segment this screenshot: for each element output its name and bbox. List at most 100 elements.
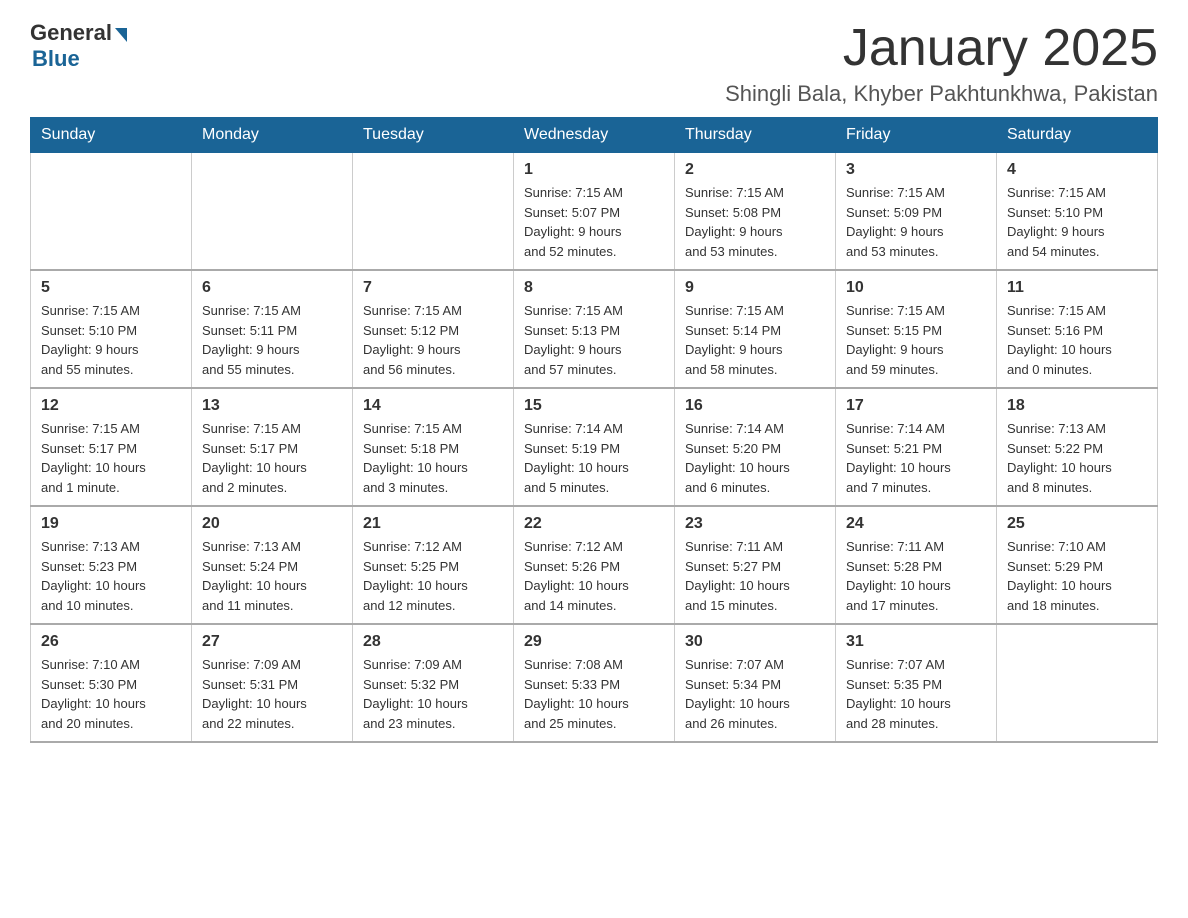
day-info: Sunrise: 7:07 AMSunset: 5:34 PMDaylight:…	[685, 655, 825, 733]
day-number: 17	[846, 397, 986, 415]
calendar-cell: 23 Sunrise: 7:11 AMSunset: 5:27 PMDayligh…	[675, 506, 836, 624]
calendar-cell: 8Sunrise: 7:15 AMSunset: 5:13 PMDaylight…	[514, 270, 675, 388]
calendar-cell: 25Sunrise: 7:10 AMSunset: 5:29 PMDayligh…	[997, 506, 1158, 624]
day-number: 16	[685, 397, 825, 415]
day-number: 4	[1007, 161, 1147, 179]
calendar-cell: 31 Sunrise: 7:07 AMSunset: 5:35 PMDayligh…	[836, 624, 997, 742]
day-number: 30	[685, 633, 825, 651]
page-header: General Blue January 2025 Shingli Bala, …	[30, 20, 1158, 107]
day-number: 6	[202, 279, 342, 297]
day-number: 14	[363, 397, 503, 415]
calendar-cell	[31, 153, 192, 271]
day-info: Sunrise: 7:14 AMSunset: 5:20 PMDaylight:…	[685, 419, 825, 497]
calendar-cell: 6 Sunrise: 7:15 AMSunset: 5:11 PMDaylight…	[192, 270, 353, 388]
day-number: 23	[685, 515, 825, 533]
day-info: Sunrise: 7:15 AMSunset: 5:12 PMDaylight:…	[363, 301, 503, 379]
calendar-cell: 12 Sunrise: 7:15 AMSunset: 5:17 PMDayligh…	[31, 388, 192, 506]
day-info: Sunrise: 7:15 AMSunset: 5:16 PMDaylight:…	[1007, 301, 1147, 379]
day-number: 29	[524, 633, 664, 651]
calendar-cell: 30 Sunrise: 7:07 AMSunset: 5:34 PMDayligh…	[675, 624, 836, 742]
day-info: Sunrise: 7:08 AMSunset: 5:33 PMDaylight:…	[524, 655, 664, 733]
day-number: 13	[202, 397, 342, 415]
calendar-cell: 1 Sunrise: 7:15 AMSunset: 5:07 PMDaylight…	[514, 153, 675, 271]
day-number: 18	[1007, 397, 1147, 415]
calendar-header-sunday: Sunday	[31, 118, 192, 153]
day-info: Sunrise: 7:12 AMSunset: 5:26 PMDaylight:…	[524, 537, 664, 615]
day-number: 5	[41, 279, 181, 297]
day-number: 2	[685, 161, 825, 179]
day-info: Sunrise: 7:15 AMSunset: 5:14 PMDaylight:…	[685, 301, 825, 379]
day-info: Sunrise: 7:15 AMSunset: 5:17 PMDaylight:…	[41, 419, 181, 497]
title-block: January 2025 Shingli Bala, Khyber Pakhtu…	[725, 20, 1158, 107]
day-number: 27	[202, 633, 342, 651]
day-info: Sunrise: 7:11 AMSunset: 5:27 PMDaylight:…	[685, 537, 825, 615]
day-info: Sunrise: 7:15 AMSunset: 5:11 PMDaylight:…	[202, 301, 342, 379]
calendar-header: SundayMondayTuesdayWednesdayThursdayFrid…	[31, 118, 1158, 153]
calendar-week-2: 5 Sunrise: 7:15 AMSunset: 5:10 PMDaylight…	[31, 270, 1158, 388]
day-number: 21	[363, 515, 503, 533]
day-info: Sunrise: 7:15 AMSunset: 5:18 PMDaylight:…	[363, 419, 503, 497]
day-number: 22	[524, 515, 664, 533]
calendar-cell: 22 Sunrise: 7:12 AMSunset: 5:26 PMDayligh…	[514, 506, 675, 624]
calendar-week-4: 19Sunrise: 7:13 AMSunset: 5:23 PMDayligh…	[31, 506, 1158, 624]
calendar-cell: 27 Sunrise: 7:09 AMSunset: 5:31 PMDayligh…	[192, 624, 353, 742]
calendar-cell: 10Sunrise: 7:15 AMSunset: 5:15 PMDayligh…	[836, 270, 997, 388]
day-info: Sunrise: 7:14 AMSunset: 5:19 PMDaylight:…	[524, 419, 664, 497]
day-number: 11	[1007, 279, 1147, 297]
calendar-cell: 5 Sunrise: 7:15 AMSunset: 5:10 PMDaylight…	[31, 270, 192, 388]
day-info: Sunrise: 7:15 AMSunset: 5:17 PMDaylight:…	[202, 419, 342, 497]
day-number: 7	[363, 279, 503, 297]
logo-general-text: General	[30, 20, 112, 46]
calendar-cell	[192, 153, 353, 271]
day-number: 9	[685, 279, 825, 297]
calendar-week-1: 1 Sunrise: 7:15 AMSunset: 5:07 PMDaylight…	[31, 153, 1158, 271]
calendar-header-saturday: Saturday	[997, 118, 1158, 153]
calendar-cell: 2 Sunrise: 7:15 AMSunset: 5:08 PMDaylight…	[675, 153, 836, 271]
day-info: Sunrise: 7:12 AMSunset: 5:25 PMDaylight:…	[363, 537, 503, 615]
calendar-cell	[353, 153, 514, 271]
day-info: Sunrise: 7:15 AMSunset: 5:10 PMDaylight:…	[1007, 183, 1147, 261]
calendar-week-5: 26Sunrise: 7:10 AMSunset: 5:30 PMDayligh…	[31, 624, 1158, 742]
day-number: 20	[202, 515, 342, 533]
logo-arrow-icon	[115, 28, 127, 42]
calendar-cell: 3Sunrise: 7:15 AMSunset: 5:09 PMDaylight…	[836, 153, 997, 271]
calendar-header-tuesday: Tuesday	[353, 118, 514, 153]
calendar-cell: 24 Sunrise: 7:11 AMSunset: 5:28 PMDayligh…	[836, 506, 997, 624]
location-title: Shingli Bala, Khyber Pakhtunkhwa, Pakist…	[725, 81, 1158, 107]
day-info: Sunrise: 7:10 AMSunset: 5:29 PMDaylight:…	[1007, 537, 1147, 615]
day-number: 24	[846, 515, 986, 533]
day-number: 1	[524, 161, 664, 179]
day-info: Sunrise: 7:09 AMSunset: 5:31 PMDaylight:…	[202, 655, 342, 733]
day-info: Sunrise: 7:13 AMSunset: 5:22 PMDaylight:…	[1007, 419, 1147, 497]
calendar-cell: 16 Sunrise: 7:14 AMSunset: 5:20 PMDayligh…	[675, 388, 836, 506]
day-info: Sunrise: 7:07 AMSunset: 5:35 PMDaylight:…	[846, 655, 986, 733]
calendar-cell: 28Sunrise: 7:09 AMSunset: 5:32 PMDayligh…	[353, 624, 514, 742]
month-title: January 2025	[725, 20, 1158, 77]
calendar-cell: 19Sunrise: 7:13 AMSunset: 5:23 PMDayligh…	[31, 506, 192, 624]
day-number: 12	[41, 397, 181, 415]
calendar-cell: 14 Sunrise: 7:15 AMSunset: 5:18 PMDayligh…	[353, 388, 514, 506]
calendar-cell: 15Sunrise: 7:14 AMSunset: 5:19 PMDayligh…	[514, 388, 675, 506]
calendar-cell: 4 Sunrise: 7:15 AMSunset: 5:10 PMDaylight…	[997, 153, 1158, 271]
day-number: 3	[846, 161, 986, 179]
day-info: Sunrise: 7:13 AMSunset: 5:24 PMDaylight:…	[202, 537, 342, 615]
day-number: 31	[846, 633, 986, 651]
logo-blue-text: Blue	[32, 46, 80, 72]
day-info: Sunrise: 7:11 AMSunset: 5:28 PMDaylight:…	[846, 537, 986, 615]
day-info: Sunrise: 7:15 AMSunset: 5:15 PMDaylight:…	[846, 301, 986, 379]
day-info: Sunrise: 7:15 AMSunset: 5:07 PMDaylight:…	[524, 183, 664, 261]
day-info: Sunrise: 7:15 AMSunset: 5:10 PMDaylight:…	[41, 301, 181, 379]
calendar-cell	[997, 624, 1158, 742]
calendar-week-3: 12 Sunrise: 7:15 AMSunset: 5:17 PMDayligh…	[31, 388, 1158, 506]
day-info: Sunrise: 7:15 AMSunset: 5:08 PMDaylight:…	[685, 183, 825, 261]
calendar-cell: 21 Sunrise: 7:12 AMSunset: 5:25 PMDayligh…	[353, 506, 514, 624]
calendar-cell: 9 Sunrise: 7:15 AMSunset: 5:14 PMDaylight…	[675, 270, 836, 388]
calendar-cell: 29 Sunrise: 7:08 AMSunset: 5:33 PMDayligh…	[514, 624, 675, 742]
calendar-cell: 17 Sunrise: 7:14 AMSunset: 5:21 PMDayligh…	[836, 388, 997, 506]
day-number: 19	[41, 515, 181, 533]
day-info: Sunrise: 7:14 AMSunset: 5:21 PMDaylight:…	[846, 419, 986, 497]
day-info: Sunrise: 7:10 AMSunset: 5:30 PMDaylight:…	[41, 655, 181, 733]
calendar-cell: 11 Sunrise: 7:15 AMSunset: 5:16 PMDayligh…	[997, 270, 1158, 388]
logo: General Blue	[30, 20, 127, 72]
day-number: 8	[524, 279, 664, 297]
